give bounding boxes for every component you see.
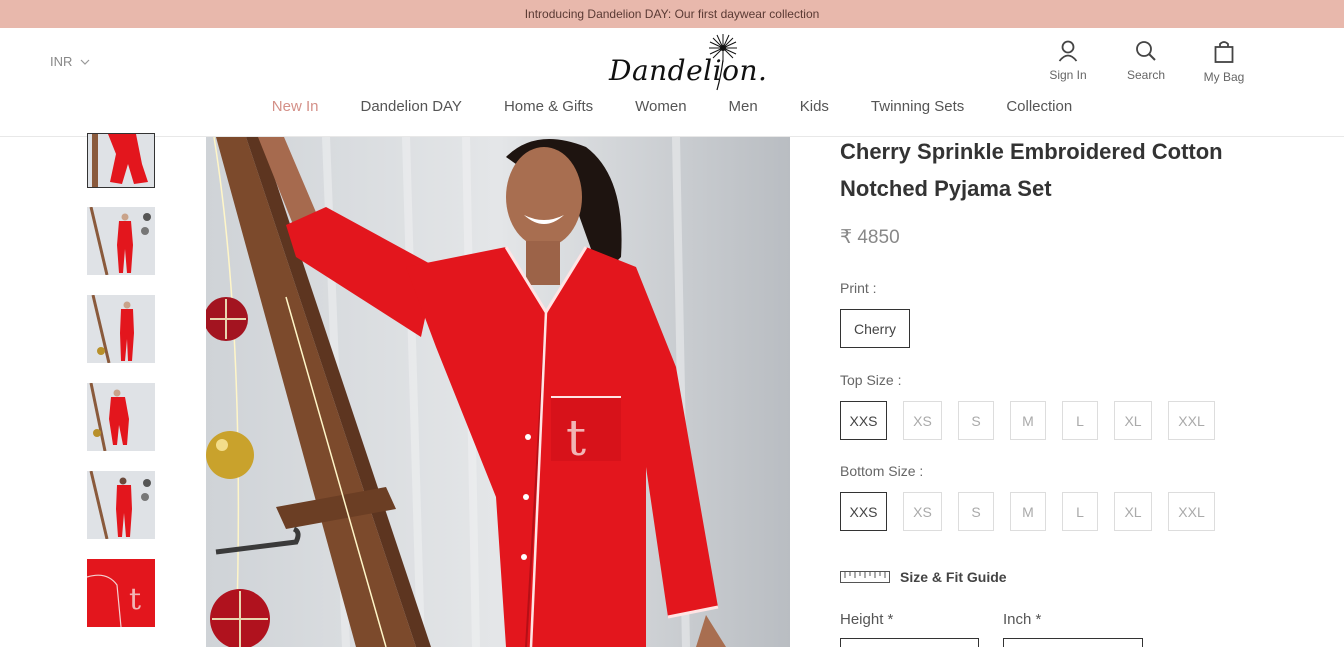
product-price: ₹ 4850: [840, 227, 900, 248]
sign-in-label: Sign In: [1049, 68, 1087, 82]
site-header: INR Dandelion. Sign In Search My Bag New…: [0, 28, 1344, 137]
thumbnail-6[interactable]: t: [87, 559, 155, 627]
sign-in-link[interactable]: Sign In: [1038, 40, 1098, 82]
product-thumbnail-image: [87, 207, 155, 275]
bottom-size-label: Bottom Size :: [840, 463, 924, 479]
search-label: Search: [1126, 68, 1166, 82]
product-thumbnail-image: [87, 295, 155, 363]
bottom-size-xxs[interactable]: XXS: [840, 492, 887, 531]
top-size-m[interactable]: M: [1010, 401, 1046, 440]
nav-men[interactable]: Men: [729, 98, 758, 115]
top-size-xxs[interactable]: XXS: [840, 401, 887, 440]
product-thumbnail-image: [87, 383, 155, 451]
bag-label: My Bag: [1203, 70, 1245, 84]
search-icon: [1136, 41, 1156, 61]
size-fit-guide-link[interactable]: Size & Fit Guide: [840, 569, 1007, 585]
main-product-image[interactable]: t: [206, 137, 790, 647]
bag-icon: [1214, 41, 1234, 63]
top-size-xl[interactable]: XL: [1114, 401, 1152, 440]
bottom-size-xs[interactable]: XS: [903, 492, 942, 531]
thumbnail-2[interactable]: [87, 207, 155, 275]
search-link[interactable]: Search: [1116, 40, 1176, 82]
product-title-line-2: Notched Pyjama Set: [840, 176, 1052, 201]
dandelion-icon: [709, 34, 737, 91]
top-size-xxl[interactable]: XXL: [1168, 401, 1215, 440]
bag-link[interactable]: My Bag: [1194, 40, 1254, 84]
top-size-s[interactable]: S: [958, 401, 994, 440]
ruler-icon: [840, 571, 890, 583]
currency-label: INR: [50, 54, 73, 69]
currency-selector[interactable]: INR: [50, 54, 90, 69]
nav-kids[interactable]: Kids: [800, 98, 829, 115]
product-title: Cherry Sprinkle Embroidered Cotton Notch…: [840, 133, 1260, 207]
top-size-l[interactable]: L: [1062, 401, 1098, 440]
top-size-label: Top Size :: [840, 372, 902, 388]
bottom-size-s[interactable]: S: [958, 492, 994, 531]
announcement-text[interactable]: Introducing Dandelion DAY: Our first day…: [525, 7, 820, 21]
product-thumbnail-image: t: [87, 559, 155, 627]
size-fit-guide-label: Size & Fit Guide: [900, 569, 1007, 585]
svg-text:t: t: [129, 582, 141, 617]
main-nav: New In Dandelion DAY Home & Gifts Women …: [0, 98, 1344, 115]
nav-collection[interactable]: Collection: [1006, 98, 1072, 115]
thumbnail-3[interactable]: [87, 295, 155, 363]
nav-twinning-sets[interactable]: Twinning Sets: [871, 98, 964, 115]
bottom-size-xxl[interactable]: XXL: [1168, 492, 1215, 531]
thumbnail-5[interactable]: [87, 471, 155, 539]
svg-text:t: t: [566, 409, 586, 467]
logo[interactable]: Dandelion.: [605, 32, 767, 94]
product-info: Cherry Sprinkle Embroidered Cotton Notch…: [840, 137, 1260, 647]
nav-home-gifts[interactable]: Home & Gifts: [504, 98, 593, 115]
product-thumbnail-image: [87, 471, 155, 539]
thumbnail-1[interactable]: [87, 133, 155, 188]
chevron-down-icon: [80, 59, 90, 65]
nav-new-in[interactable]: New In: [272, 98, 319, 115]
bottom-size-m[interactable]: M: [1010, 492, 1046, 531]
bottom-size-l[interactable]: L: [1062, 492, 1098, 531]
height-label: Height *: [840, 611, 894, 628]
inch-label: Inch *: [1003, 611, 1042, 628]
product-photo: t: [206, 137, 790, 647]
user-icon: [1058, 40, 1078, 62]
top-size-xs[interactable]: XS: [903, 401, 942, 440]
print-label: Print :: [840, 280, 877, 296]
height-field[interactable]: [840, 638, 979, 647]
product-title-line-1: Cherry Sprinkle Embroidered Cotton: [840, 139, 1223, 164]
nav-dandelion-day[interactable]: Dandelion DAY: [360, 98, 461, 115]
product-thumbnail-image: [88, 134, 154, 187]
announcement-bar[interactable]: Introducing Dandelion DAY: Our first day…: [0, 0, 1344, 28]
inch-field[interactable]: [1003, 638, 1143, 647]
bottom-size-xl[interactable]: XL: [1114, 492, 1152, 531]
thumbnail-4[interactable]: [87, 383, 155, 451]
nav-women[interactable]: Women: [635, 98, 686, 115]
print-option-cherry[interactable]: Cherry: [840, 309, 910, 348]
